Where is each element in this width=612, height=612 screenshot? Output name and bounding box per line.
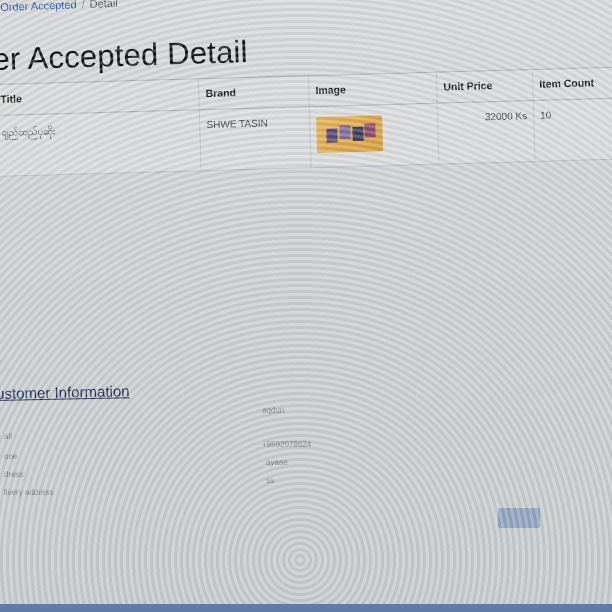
breadcrumb-link-order-accepted[interactable]: Order Accepted xyxy=(0,0,77,14)
cell-brand: SHWE TASIN xyxy=(199,106,312,171)
customer-value-phone: +9592078624 xyxy=(262,440,312,449)
thumbnail-swatch xyxy=(326,128,338,143)
customer-information-heading: ustomer Information xyxy=(0,383,130,403)
order-items-table: Title Brand Image Unit Price Item Count … xyxy=(0,67,612,177)
customer-label-email: ail xyxy=(4,432,13,441)
cell-image xyxy=(309,103,440,168)
cell-unit-price: 32000 Ks xyxy=(437,100,535,165)
thumbnail-swatch xyxy=(364,123,376,138)
page-title: er Accepted Detail xyxy=(0,33,249,77)
breadcrumb-current: Detail xyxy=(89,0,118,11)
column-header-unit-price: Unit Price xyxy=(436,69,534,104)
action-button[interactable] xyxy=(498,508,540,528)
customer-label-address: dress xyxy=(4,470,24,479)
cell-title: ချည်ထည်ပုဆိုး xyxy=(0,109,202,177)
taskbar xyxy=(0,604,612,612)
breadcrumb: Order Accepted / Detail xyxy=(0,0,118,14)
customer-label-phone: one xyxy=(4,452,18,461)
order-table-container: Title Brand Image Unit Price Item Count … xyxy=(0,66,612,177)
product-thumbnail-image[interactable] xyxy=(316,115,384,154)
cell-item-count: 10 xyxy=(533,98,612,162)
column-header-item-count: Item Count xyxy=(532,67,612,101)
column-header-image: Image xyxy=(308,72,438,107)
customer-value-address: ayaae xyxy=(266,458,288,467)
customer-value-delivery-address: ss xyxy=(266,476,274,485)
thumbnail-swatch xyxy=(352,126,364,142)
customer-label-delivery-address: livery address xyxy=(4,488,54,497)
customer-value-email: aqdun xyxy=(262,406,285,415)
screen: Order Accepted / Detail er Accepted Detail… xyxy=(0,0,612,612)
breadcrumb-separator: / xyxy=(81,0,85,12)
column-header-brand: Brand xyxy=(198,75,310,110)
thumbnail-swatch xyxy=(339,125,351,140)
